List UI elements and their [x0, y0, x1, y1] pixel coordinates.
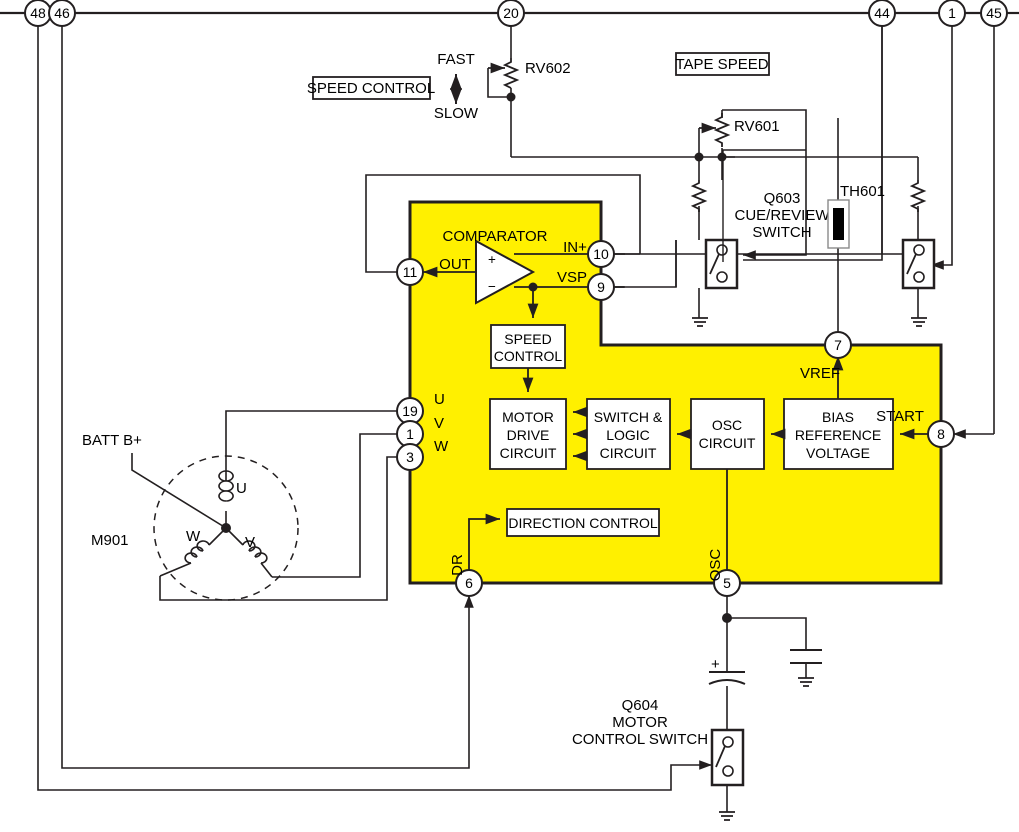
comparator-out-label: OUT	[439, 256, 471, 273]
q603-label-line1: Q603	[764, 190, 801, 207]
motor-drive-line1: MOTOR	[502, 409, 554, 425]
signal-u-label: U	[434, 391, 445, 408]
pin-1-label: 1	[406, 426, 414, 442]
signal-v-label: V	[434, 415, 444, 432]
cap-plus-label: +	[711, 656, 720, 673]
schematic-svg: 48 46 20 44 1 45 SPEED CONTROL FAST SLOW…	[0, 0, 1019, 832]
pin-20-label: 20	[503, 5, 519, 21]
q604-label-line1: Q604	[622, 697, 659, 714]
dot-rv601-bottom	[717, 152, 727, 162]
q603-label-line2: CUE/REVIEW	[734, 207, 830, 224]
pin-7-label: 7	[834, 337, 842, 353]
pin-20: 20	[497, 0, 525, 27]
switch-logic-line2: LOGIC	[606, 427, 650, 443]
circuit-diagram-canvas: 48 46 20 44 1 45 SPEED CONTROL FAST SLOW…	[0, 0, 1019, 832]
switch-logic-line3: CIRCUIT	[600, 445, 657, 461]
speed-control-box-label: SPEED CONTROL	[307, 80, 435, 97]
speed-control-block: SPEED CONTROL	[490, 324, 566, 369]
pin-1-top: 1	[938, 0, 966, 27]
dr-label: DR	[449, 554, 466, 576]
q603-switch[interactable]	[704, 238, 739, 290]
rv601-label: RV601	[734, 118, 780, 135]
osc-circuit-line2: CIRCUIT	[699, 435, 756, 451]
th601-label: TH601	[840, 183, 885, 200]
pin-10: 10	[587, 240, 615, 268]
pin-8: 8	[927, 420, 955, 448]
pin-48: 48	[24, 0, 52, 27]
fast-label: FAST	[437, 51, 475, 68]
pin-8-label: 8	[937, 426, 945, 442]
pin-7: 7	[824, 331, 852, 359]
winding-u-label: U	[236, 480, 247, 497]
q604-label-line2: MOTOR	[612, 714, 668, 731]
pin-6-label: 6	[465, 575, 473, 591]
pin-10-label: 10	[593, 246, 609, 262]
pin-44: 44	[868, 0, 896, 27]
q604-label-line3: CONTROL SWITCH	[572, 731, 708, 748]
dot-rv601-wiper	[694, 152, 704, 162]
pin-1-top-label: 1	[948, 5, 956, 21]
pin-46-label: 46	[54, 5, 70, 21]
comparator-minus-label: −	[488, 279, 496, 294]
motor-drive-line3: CIRCUIT	[500, 445, 557, 461]
comparator-vsp-label: VSP	[557, 269, 587, 286]
th601-thermistor	[827, 199, 850, 249]
direction-control-block: DIRECTION CONTROL	[506, 508, 660, 537]
start-label: START	[876, 408, 924, 425]
speed-control-block-line2: CONTROL	[494, 348, 563, 364]
comparator-name-label: COMPARATOR	[442, 228, 547, 245]
osc-circuit-line1: OSC	[712, 417, 742, 433]
comparator-plus-label: +	[488, 252, 496, 267]
pin-19-label: 19	[402, 403, 418, 419]
pin-9-label: 9	[597, 279, 605, 295]
pin-45: 45	[980, 0, 1008, 27]
pin-3: 3	[396, 443, 424, 471]
slow-label: SLOW	[434, 105, 479, 122]
osc-circuit-block: OSC CIRCUIT	[690, 398, 765, 470]
pin-44-label: 44	[874, 5, 890, 21]
direction-control-label: DIRECTION CONTROL	[508, 515, 658, 531]
pin-48-label: 48	[30, 5, 46, 21]
osc-label: OSC	[707, 549, 724, 582]
winding-w-label: W	[186, 528, 201, 545]
q603-label-line3: SWITCH	[752, 224, 811, 241]
bias-ref-line1: BIAS	[822, 409, 854, 425]
pin-11: 11	[396, 258, 424, 286]
signal-w-label: W	[434, 438, 449, 455]
pin-45-label: 45	[986, 5, 1002, 21]
pin-3-label: 3	[406, 449, 414, 465]
switch-logic-block: SWITCH & LOGIC CIRCUIT	[586, 398, 671, 470]
tape-speed-box-label: TAPE SPEED	[675, 56, 768, 73]
dot-rv602	[506, 92, 516, 102]
batt-label: BATT B+	[82, 432, 142, 449]
pin-11-label: 11	[403, 264, 418, 280]
motor-drive-block: MOTOR DRIVE CIRCUIT	[489, 398, 567, 470]
winding-v-label: V	[245, 534, 255, 551]
vref-label: VREF	[800, 365, 840, 382]
q604-switch[interactable]	[710, 728, 745, 787]
m901-label: M901	[91, 532, 129, 549]
dot-osc-node	[722, 613, 732, 623]
switch-logic-line1: SWITCH &	[594, 409, 663, 425]
speed-control-block-line1: SPEED	[504, 331, 551, 347]
speed-control-callout: SPEED CONTROL	[307, 76, 435, 100]
motor-drive-line2: DRIVE	[507, 427, 550, 443]
pin-46: 46	[48, 0, 76, 27]
bias-ref-line3: VOLTAGE	[806, 445, 870, 461]
pin-5-label: 5	[723, 575, 731, 591]
bias-ref-line2: REFERENCE	[795, 427, 881, 443]
tape-speed-callout: TAPE SPEED	[675, 52, 770, 76]
rv602-label: RV602	[525, 60, 571, 77]
right-switch[interactable]	[901, 238, 936, 290]
pin-9: 9	[587, 273, 615, 301]
